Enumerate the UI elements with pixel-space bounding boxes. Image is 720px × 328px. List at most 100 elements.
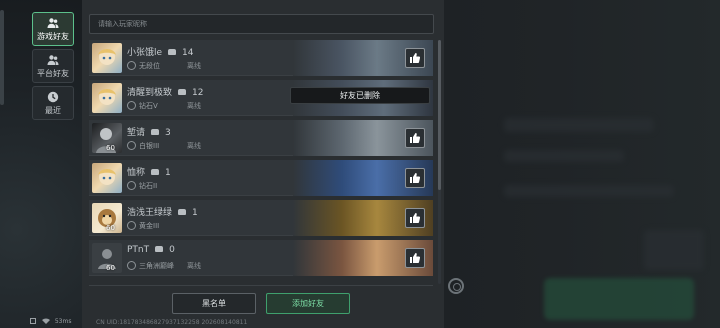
- thumbs-up-icon: [410, 133, 421, 143]
- tab-platform-friends[interactable]: 平台好友: [32, 49, 74, 83]
- rank-icon: [127, 61, 136, 70]
- car-icon: [155, 246, 164, 252]
- rank-line: 无段位: [127, 61, 160, 71]
- car-icon: [151, 169, 160, 175]
- friend-name: 浩浅王绿绿: [127, 208, 173, 218]
- tab-label: 游戏好友: [37, 31, 69, 41]
- friends-panel: 请输入玩家昵称 小张饿le 14 无段位 离线 清醒到极致 12 钻石V 离线: [82, 0, 444, 328]
- friend-row[interactable]: 60 堑请 3 白银III 离线: [89, 120, 433, 156]
- rank-text: 黄金III: [139, 222, 160, 230]
- rank-icon: [127, 261, 136, 270]
- tab-label: 平台好友: [37, 68, 69, 78]
- friend-row[interactable]: 60 PTnT 0 三角洲巅峰 离线: [89, 240, 433, 276]
- blurred-confirm-button: [544, 278, 694, 320]
- toast-message: 好友已删除: [290, 87, 430, 104]
- friend-name-line: 浩浅王绿绿 1: [127, 205, 198, 218]
- friend-row[interactable]: 恤称 1 钻石II: [89, 160, 433, 196]
- like-button[interactable]: [405, 248, 425, 268]
- rank-line: 黄金III: [127, 221, 159, 231]
- car-icon: [178, 89, 187, 95]
- avatar-art: [98, 169, 116, 185]
- blurred-text: [504, 185, 674, 197]
- friend-name-line: 堑请 3: [127, 125, 171, 138]
- avatar[interactable]: [92, 83, 122, 113]
- rank-icon: [127, 101, 136, 110]
- people-icon: [47, 17, 59, 28]
- friend-row[interactable]: 60 浩浅王绿绿 1 黄金III: [89, 200, 433, 236]
- friend-count: 1: [192, 208, 198, 218]
- blurred-icon: [644, 230, 704, 270]
- level-badge: 60: [106, 224, 115, 232]
- search-input[interactable]: 请输入玩家昵称: [89, 14, 434, 34]
- car-icon: [178, 209, 187, 215]
- rank-text: 钻石II: [139, 182, 158, 190]
- divider: [89, 285, 433, 286]
- friend-name-line: PTnT 0: [127, 245, 175, 255]
- friend-count: 1: [165, 168, 171, 178]
- battery-icon: [30, 318, 36, 324]
- friend-name: 堑请: [127, 128, 146, 138]
- rank-text: 无段位: [139, 62, 160, 70]
- friend-name: 清醒到极致: [127, 88, 173, 98]
- avatar[interactable]: [92, 163, 122, 193]
- like-button[interactable]: [405, 208, 425, 228]
- level-badge: 60: [106, 144, 115, 152]
- car-icon: [151, 129, 160, 135]
- friend-name-line: 恤称 1: [127, 165, 171, 178]
- tab-recent[interactable]: 最近: [32, 86, 74, 120]
- avatar-art: [98, 49, 116, 65]
- avatar[interactable]: [92, 43, 122, 73]
- friend-tabs: 游戏好友 平台好友 最近: [32, 12, 74, 123]
- level-badge: 60: [106, 264, 115, 272]
- friend-list[interactable]: 小张饿le 14 无段位 离线 清醒到极致 12 钻石V 离线 60 堑请 3 白银I…: [89, 40, 433, 284]
- clock-icon: [47, 91, 59, 102]
- add-friend-button[interactable]: 添加好友: [266, 293, 350, 314]
- friend-count: 12: [192, 88, 204, 98]
- online-status: 离线: [187, 262, 201, 270]
- rank-icon: [127, 141, 136, 150]
- like-button[interactable]: [405, 48, 425, 68]
- people-icon: [47, 54, 59, 65]
- right-backdrop: [444, 0, 720, 328]
- network-status: 53ms: [30, 318, 71, 325]
- rank-text: 白银III: [139, 142, 160, 150]
- edge-handle[interactable]: [0, 10, 4, 105]
- friend-name-line: 小张饿le 14: [127, 45, 194, 58]
- car-icon: [168, 49, 177, 55]
- like-button[interactable]: [405, 168, 425, 188]
- scrollbar-thumb[interactable]: [438, 40, 441, 190]
- friend-name: 恤称: [127, 168, 146, 178]
- rank-line: 钻石V: [127, 101, 158, 111]
- wifi-icon: [41, 318, 50, 324]
- thumbs-up-icon: [410, 173, 421, 183]
- rank-line: 三角洲巅峰: [127, 261, 174, 271]
- avatar[interactable]: 60: [92, 203, 122, 233]
- tab-game-friends[interactable]: 游戏好友: [32, 12, 74, 46]
- blurred-text: [504, 150, 624, 162]
- like-button[interactable]: [405, 128, 425, 148]
- friend-count: 14: [182, 48, 194, 58]
- thumbs-up-icon: [410, 53, 421, 63]
- blurred-text: [504, 118, 654, 132]
- avatar[interactable]: 60: [92, 243, 122, 273]
- rank-text: 钻石V: [139, 102, 158, 110]
- avatar[interactable]: 60: [92, 123, 122, 153]
- friend-count: 0: [169, 245, 175, 255]
- avatar-art: [98, 89, 116, 105]
- rank-line: 钻石II: [127, 181, 157, 191]
- rank-icon: [127, 181, 136, 190]
- online-status: 离线: [187, 62, 201, 70]
- thumbs-up-icon: [410, 253, 421, 263]
- blacklist-button[interactable]: 黑名单: [172, 293, 256, 314]
- rank-text: 三角洲巅峰: [139, 262, 174, 270]
- target-icon[interactable]: [448, 278, 464, 294]
- tab-label: 最近: [45, 105, 61, 115]
- friend-name: 小张饿le: [127, 48, 163, 58]
- friend-name-line: 清醒到极致 12: [127, 85, 203, 98]
- online-status: 离线: [187, 142, 201, 150]
- online-status: 离线: [187, 102, 201, 110]
- rank-icon: [127, 221, 136, 230]
- thumbs-up-icon: [410, 213, 421, 223]
- friend-row[interactable]: 小张饿le 14 无段位 离线: [89, 40, 433, 76]
- rank-line: 白银III: [127, 141, 159, 151]
